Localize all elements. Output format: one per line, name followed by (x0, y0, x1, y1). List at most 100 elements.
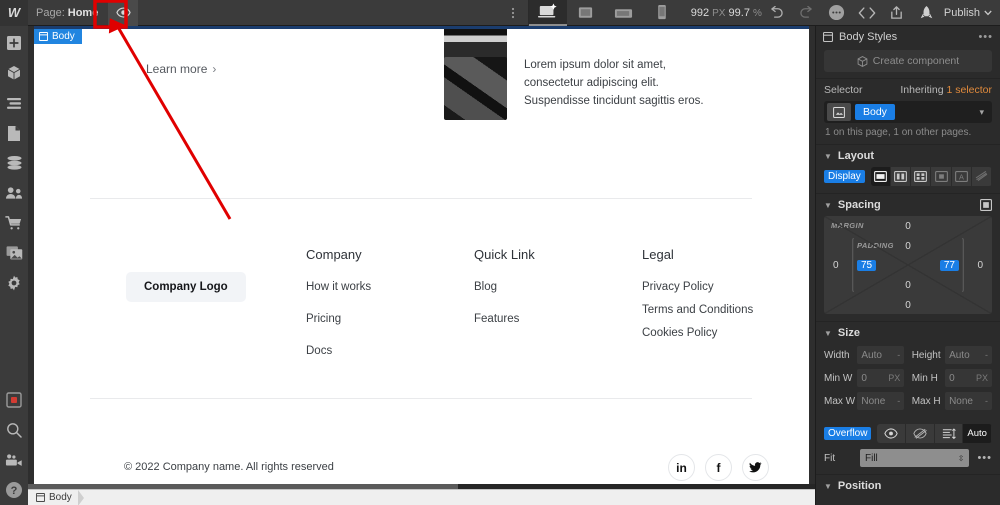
overflow-option-visible[interactable] (877, 424, 907, 443)
preview-toggle-button[interactable] (108, 0, 139, 26)
canvas-size-readout[interactable]: 992 PX 99.7 % (691, 7, 762, 19)
sidebar-item-settings[interactable] (0, 268, 28, 298)
breakpoint-tablet[interactable] (567, 0, 605, 26)
code-export-button[interactable] (852, 0, 882, 26)
display-option-flex[interactable] (891, 167, 912, 186)
breakpoint-mobile-landscape[interactable] (605, 0, 643, 26)
size-row-width: Width Auto - Height Auto - (824, 346, 992, 364)
footer-link[interactable]: Pricing (306, 313, 371, 325)
width-field[interactable]: Auto - (857, 346, 905, 364)
sidebar-item-assets[interactable] (0, 238, 28, 268)
overflow-label[interactable]: Overflow (824, 427, 872, 440)
display-option-inline[interactable]: A (951, 167, 972, 186)
display-option-grid[interactable] (911, 167, 932, 186)
height-field[interactable]: Auto - (945, 346, 992, 364)
display-options: A (870, 167, 992, 186)
webflow-logo[interactable]: W (0, 0, 28, 26)
comments-button[interactable] (822, 0, 852, 26)
chevron-down-icon[interactable]: ▾ (979, 107, 989, 118)
fit-more-button[interactable]: ••• (977, 452, 992, 464)
red-square-icon (6, 392, 22, 408)
breakpoint-mobile-portrait[interactable] (643, 0, 681, 26)
publish-label: Publish (943, 6, 980, 19)
size-section-header[interactable]: ▼ Size (816, 322, 1000, 344)
sidebar-item-help[interactable]: ? (0, 475, 28, 505)
panel-more-button[interactable]: ••• (978, 31, 993, 43)
sidebar-item-components[interactable] (0, 58, 28, 88)
padding-bottom-value[interactable]: 0 (905, 280, 911, 291)
facebook-icon[interactable]: f (705, 454, 732, 481)
inheriting-count: 1 selector (946, 84, 992, 96)
display-label[interactable]: Display (824, 170, 865, 183)
sidebar-item-add-elements[interactable] (0, 28, 28, 58)
undo-button[interactable] (762, 0, 792, 26)
min-height-unit: PX (975, 373, 988, 383)
footer-link[interactable]: Features (474, 313, 535, 325)
element-icon[interactable] (827, 103, 851, 121)
min-width-unit: PX (888, 373, 901, 383)
learn-more-link[interactable]: Learn more › (146, 62, 216, 76)
padding-left-value[interactable]: 75 (857, 260, 877, 271)
display-option-none[interactable] (971, 167, 992, 186)
max-height-field[interactable]: None - (945, 392, 992, 410)
overflow-option-scroll[interactable] (934, 424, 964, 443)
selector-field[interactable]: Body ▾ (824, 101, 992, 123)
margin-top-value[interactable]: 0 (905, 221, 911, 232)
sidebar-item-search[interactable] (0, 415, 28, 445)
sidebar-item-pages[interactable] (0, 118, 28, 148)
eye-slash-icon (913, 428, 927, 439)
panel-title-bar: Body Styles ••• (816, 26, 1000, 48)
margin-right-value[interactable]: 0 (977, 260, 983, 271)
sidebar-item-navigator[interactable] (0, 88, 28, 118)
footer-link[interactable]: Privacy Policy (642, 281, 753, 293)
page-indicator[interactable]: Page: Home (36, 7, 98, 19)
selected-element-badge[interactable]: Body (34, 29, 82, 44)
page-canvas[interactable]: Body Learn more › Lorem ipsum dolor sit a… (34, 26, 809, 489)
sidebar-item-video-tutorials[interactable] (0, 445, 28, 475)
fit-select[interactable]: Fill ⇳ (860, 449, 970, 467)
spacing-mode-icon[interactable] (980, 199, 992, 211)
redo-button[interactable] (792, 0, 822, 26)
height-label: Height (911, 349, 941, 361)
display-option-block[interactable] (870, 167, 891, 186)
sidebar-item-interactions[interactable] (0, 385, 28, 415)
footer-logo[interactable]: Company Logo (126, 272, 246, 302)
twitter-icon[interactable] (742, 454, 769, 481)
padding-right-value[interactable]: 77 (939, 260, 959, 271)
footer-link[interactable]: Cookies Policy (642, 327, 753, 339)
layout-section-header[interactable]: ▼ Layout (816, 145, 1000, 167)
inheriting-prefix: Inheriting (900, 84, 944, 96)
margin-bottom-value[interactable]: 0 (905, 300, 911, 311)
media-thumbnail[interactable] (444, 57, 507, 120)
more-options-button[interactable] (498, 0, 528, 26)
canvas-viewport[interactable]: Body Learn more › Lorem ipsum dolor sit a… (28, 26, 815, 489)
breadcrumb[interactable]: Body (28, 490, 78, 505)
inheriting-status[interactable]: Inheriting 1 selector (900, 84, 992, 96)
padding-top-value[interactable]: 0 (905, 241, 911, 252)
max-width-field[interactable]: None - (857, 392, 905, 410)
margin-left-value[interactable]: 0 (833, 260, 839, 271)
spacing-widget[interactable]: MARGIN PADDING 0 0 0 0 0 0 75 77 (824, 216, 992, 314)
min-height-field[interactable]: 0 PX (945, 369, 992, 387)
sidebar-item-ecommerce[interactable] (0, 208, 28, 238)
min-width-field[interactable]: 0 PX (857, 369, 905, 387)
sidebar-item-users[interactable] (0, 178, 28, 208)
footer-link[interactable]: How it works (306, 281, 371, 293)
publish-button[interactable]: Publish (942, 7, 1000, 19)
create-component-button[interactable]: Create component (824, 50, 992, 72)
overflow-option-hidden[interactable] (906, 424, 935, 443)
position-section-header[interactable]: ▼ Position (816, 475, 1000, 497)
launch-icon-button[interactable] (912, 0, 942, 26)
sidebar-item-cms[interactable] (0, 148, 28, 178)
overflow-option-auto[interactable]: Auto (963, 424, 992, 443)
media-item[interactable]: Lorem ipsum dolor sit amet, consectetur … (444, 57, 724, 120)
display-option-inline-block[interactable] (931, 167, 952, 186)
footer-link[interactable]: Docs (306, 345, 371, 357)
footer-link[interactable]: Blog (474, 281, 535, 293)
footer-link[interactable]: Terms and Conditions (642, 304, 753, 316)
spacing-section-header[interactable]: ▼ Spacing (816, 194, 1000, 216)
breakpoint-desktop[interactable] (528, 0, 567, 26)
linkedin-icon[interactable]: in (668, 454, 695, 481)
share-button[interactable] (882, 0, 912, 26)
selector-tag-chip[interactable]: Body (855, 104, 895, 120)
